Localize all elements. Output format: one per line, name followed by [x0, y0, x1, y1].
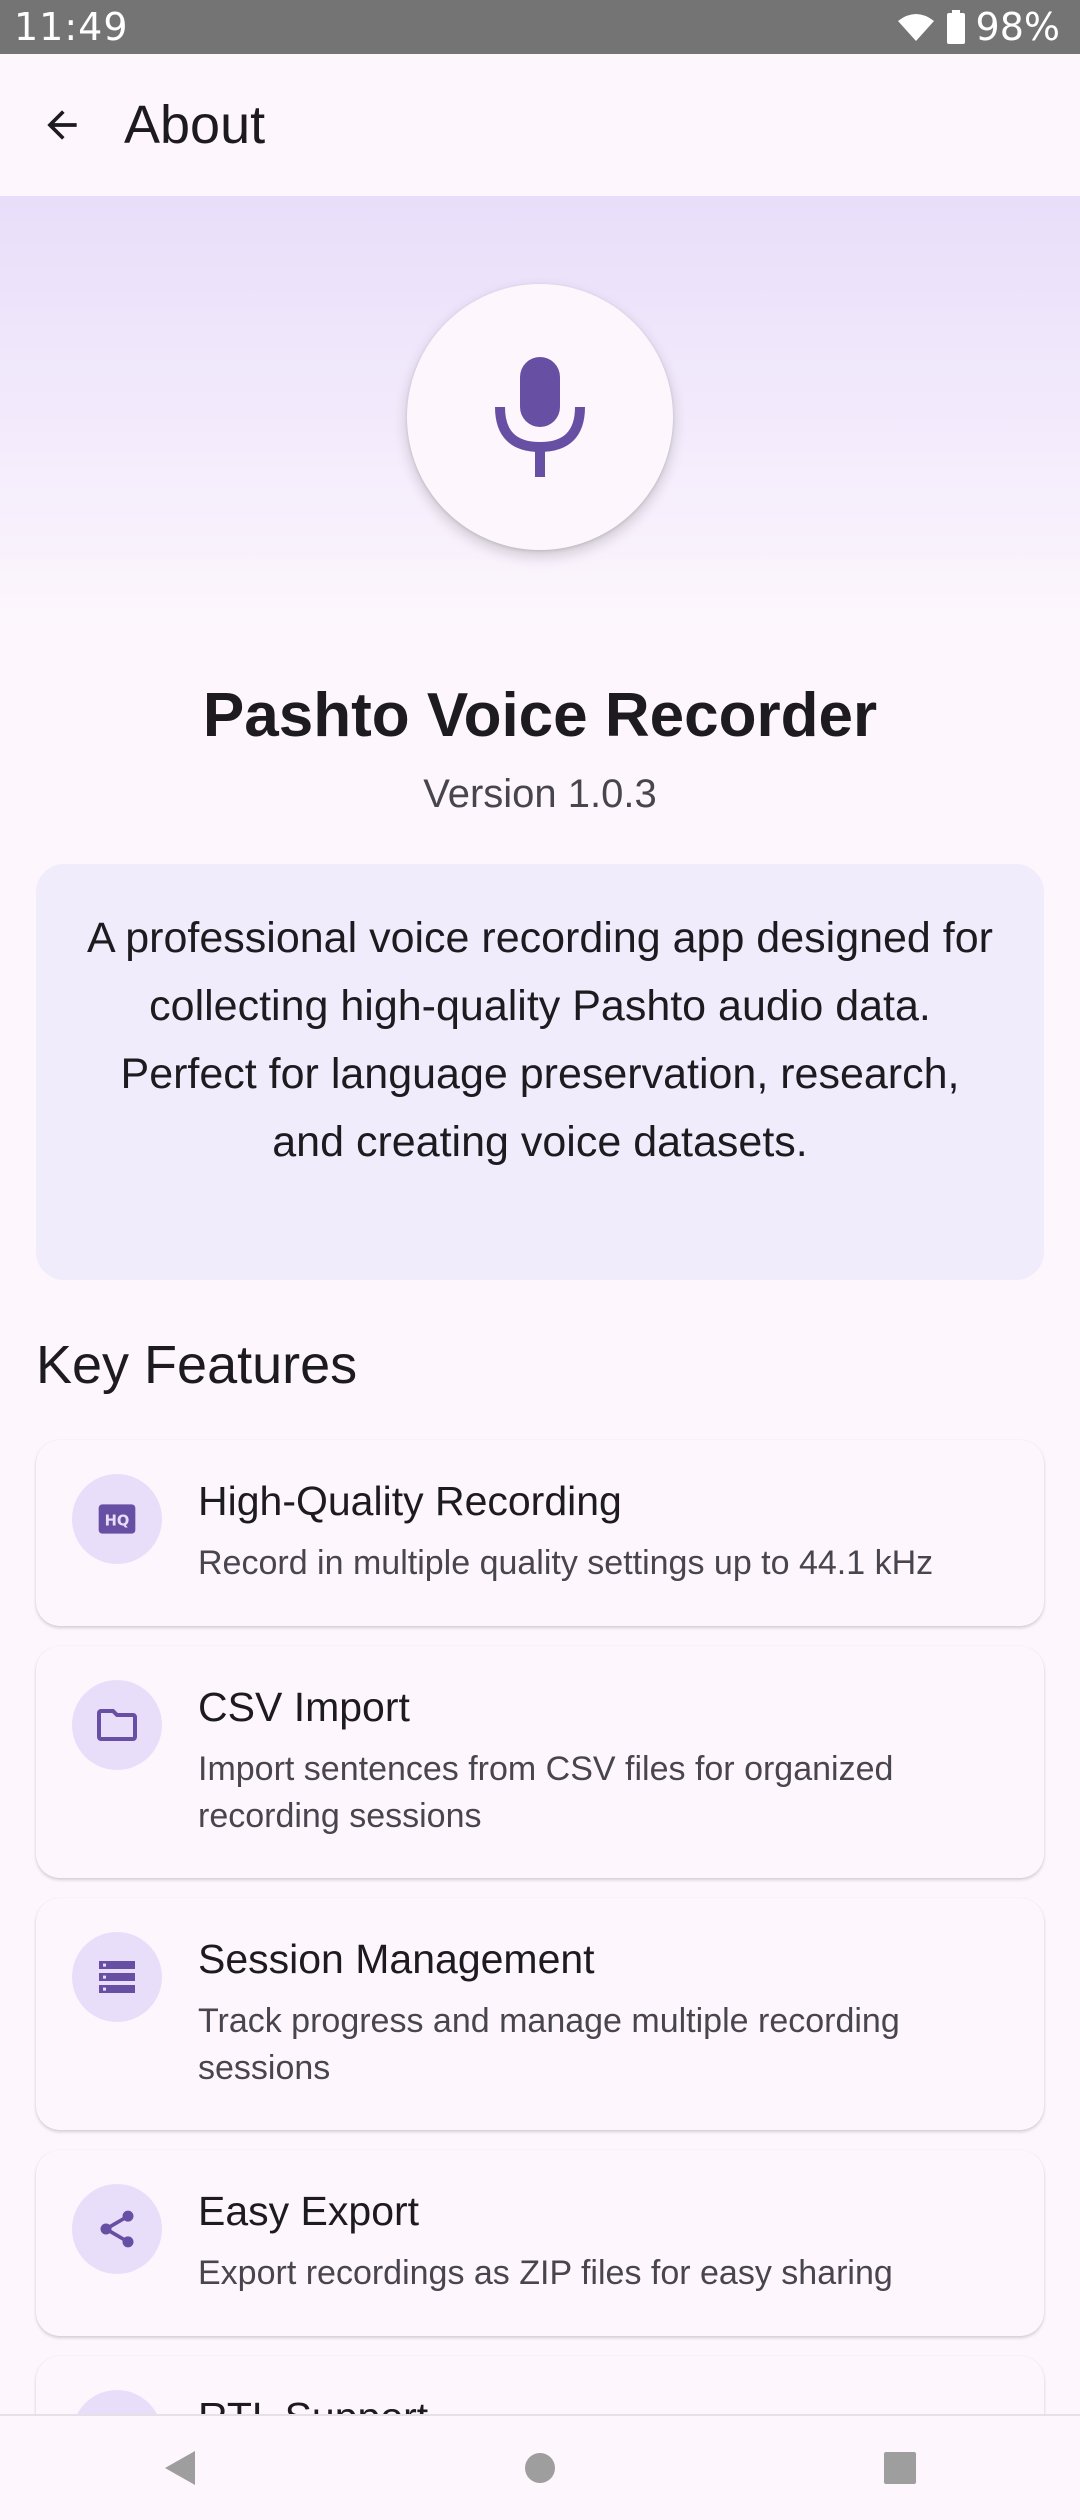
circle-home-icon: [525, 2453, 555, 2483]
description-card: A professional voice recording app desig…: [36, 864, 1044, 1280]
feature-icon-container: [72, 1680, 162, 1770]
feature-card-csv-import: CSV Import Import sentences from CSV fil…: [36, 1646, 1044, 1878]
nav-back-button[interactable]: [120, 2423, 240, 2513]
feature-icon-container: [72, 2184, 162, 2274]
folder-icon: [97, 1709, 137, 1741]
system-navigation-bar: [0, 2414, 1080, 2520]
status-bar: 11:49 98%: [0, 0, 1080, 54]
status-time: 11:49: [14, 5, 129, 49]
feature-title: High-Quality Recording: [198, 1478, 622, 1524]
app-version: Version 1.0.3: [423, 772, 657, 816]
app-logo: [407, 284, 673, 550]
feature-card-easy-export: Easy Export Export recordings as ZIP fil…: [36, 2150, 1044, 2336]
feature-card-session-management: Session Management Track progress and ma…: [36, 1898, 1044, 2130]
feature-description: Track progress and manage multiple recor…: [198, 2002, 900, 2087]
arrow-back-icon: [47, 110, 77, 140]
feature-title: Easy Export: [198, 2188, 420, 2234]
battery-percent: 98%: [975, 5, 1060, 49]
hero-banner: [0, 196, 1080, 636]
wifi-icon: [896, 11, 936, 43]
svg-text:HQ: HQ: [105, 1512, 130, 1529]
feature-icon-container: HQ: [72, 1474, 162, 1564]
mic-icon: [495, 357, 585, 477]
feature-description: Import sentences from CSV files for orga…: [198, 1750, 894, 1835]
feature-title: CSV Import: [198, 1684, 410, 1730]
back-button[interactable]: [12, 75, 112, 175]
square-recents-icon: [884, 2452, 916, 2484]
feature-title: Session Management: [198, 1936, 595, 1982]
page-title: About: [124, 95, 266, 155]
status-icons: 98%: [896, 5, 1060, 49]
section-title: Key Features: [36, 1335, 358, 1395]
battery-icon: [946, 10, 966, 44]
nav-recents-button[interactable]: [840, 2423, 960, 2513]
share-icon: [100, 2210, 134, 2248]
feature-icon-container: [72, 1932, 162, 2022]
list-icon: [99, 1961, 135, 1993]
feature-description: Export recordings as ZIP files for easy …: [198, 2254, 893, 2292]
app-description: A professional voice recording app desig…: [87, 914, 993, 1166]
nav-home-button[interactable]: [480, 2423, 600, 2513]
feature-description: Record in multiple quality settings up t…: [198, 1544, 934, 1582]
hq-icon: HQ: [98, 1504, 136, 1534]
feature-card-high-quality-recording: HQ High-Quality Recording Record in mult…: [36, 1440, 1044, 1626]
top-app-bar: About: [0, 54, 1080, 196]
app-name: Pashto Voice Recorder: [202, 681, 878, 750]
triangle-back-icon: [165, 2451, 195, 2485]
